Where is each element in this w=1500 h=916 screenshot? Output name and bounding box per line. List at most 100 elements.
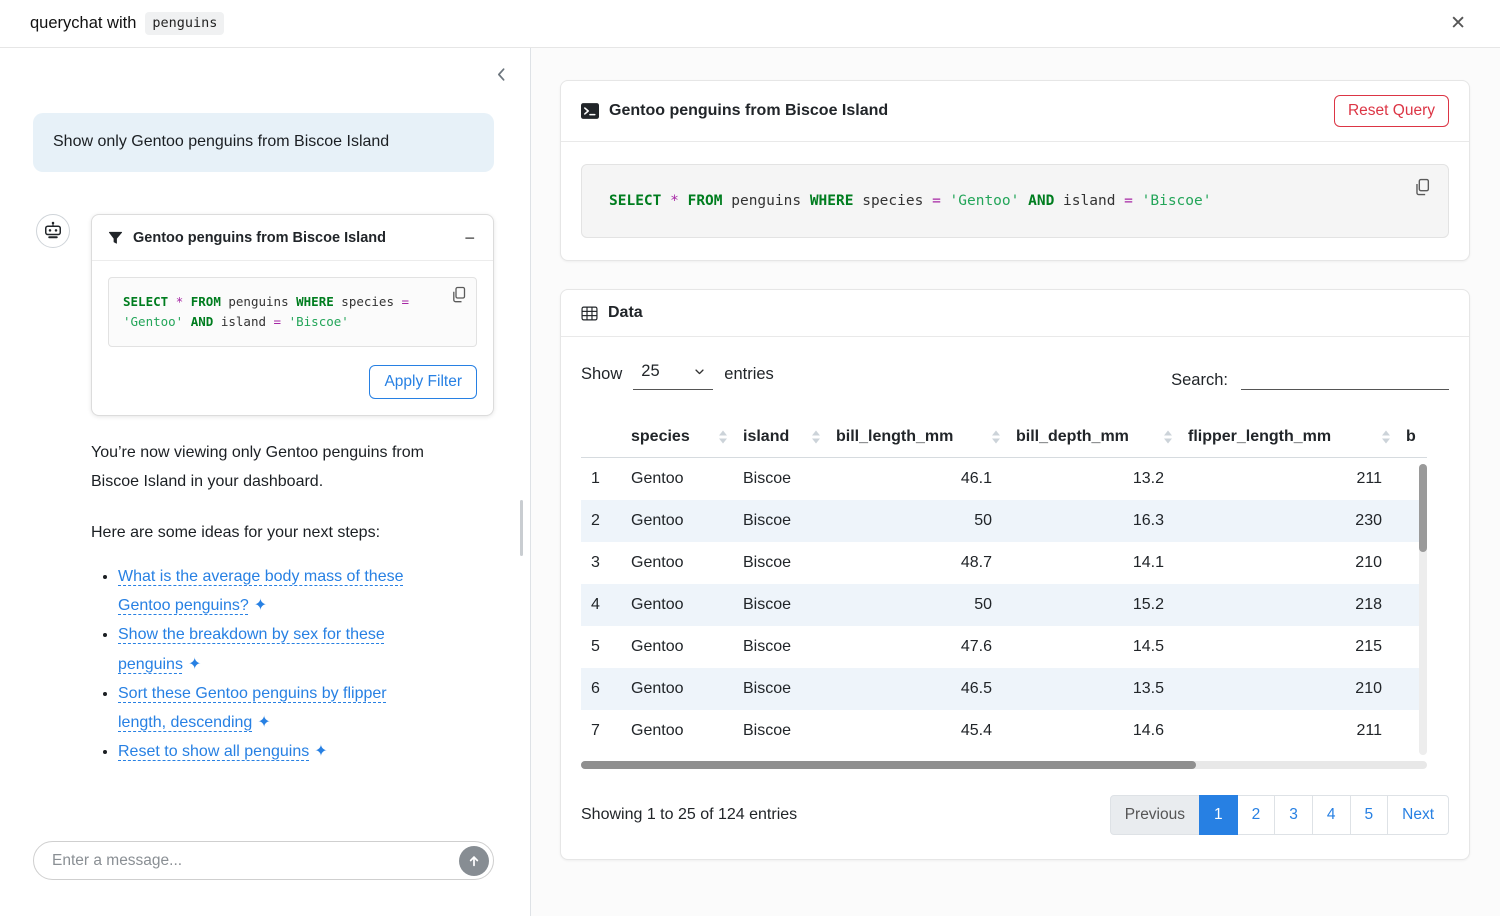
table-row[interactable]: 1GentooBiscoe46.113.2211 bbox=[581, 458, 1427, 501]
sparkle-icon: ✦ bbox=[188, 650, 201, 679]
page-button-2[interactable]: 2 bbox=[1237, 795, 1276, 835]
row-index: 7 bbox=[581, 710, 621, 752]
suggestion-link[interactable]: Sort these Gentoo penguins by flipper le… bbox=[118, 685, 387, 731]
table-row[interactable]: 2GentooBiscoe5016.3230 bbox=[581, 500, 1427, 542]
page-length-select[interactable]: 25 bbox=[633, 359, 713, 390]
cell: 13.5 bbox=[1006, 668, 1178, 710]
sidebar-collapse-button[interactable] bbox=[489, 62, 514, 90]
cell: Gentoo bbox=[621, 668, 733, 710]
close-button[interactable]: ✕ bbox=[1446, 10, 1470, 37]
page-button-4[interactable]: 4 bbox=[1312, 795, 1351, 835]
filter-card-header: Gentoo penguins from Biscoe Island − bbox=[92, 215, 493, 261]
cell: Biscoe bbox=[733, 542, 826, 584]
page-button-5[interactable]: 5 bbox=[1350, 795, 1389, 835]
assistant-message-row: Gentoo penguins from Biscoe Island − SEL… bbox=[36, 214, 494, 416]
page-button-3[interactable]: 3 bbox=[1274, 795, 1313, 835]
cell: Gentoo bbox=[621, 458, 733, 501]
suggestion-item: Reset to show all penguins✦ bbox=[118, 737, 430, 766]
chevron-down-icon bbox=[694, 366, 705, 377]
vertical-scrollbar bbox=[1419, 464, 1427, 755]
table-row[interactable]: 6GentooBiscoe46.513.5210 bbox=[581, 668, 1427, 710]
search-label: Search: bbox=[1171, 371, 1228, 390]
terminal-icon bbox=[581, 103, 599, 119]
table-row[interactable]: 4GentooBiscoe5015.2218 bbox=[581, 584, 1427, 626]
row-index: 5 bbox=[581, 626, 621, 668]
table-row[interactable]: 7GentooBiscoe45.414.6211 bbox=[581, 710, 1427, 752]
data-card-body: Show 25 entries Search: speciesis bbox=[561, 337, 1469, 859]
sql-code-block-sidebar: SELECT * FROM penguins WHERE species = '… bbox=[108, 277, 477, 347]
cell: Gentoo bbox=[621, 710, 733, 752]
sidebar-resize-handle[interactable] bbox=[520, 500, 523, 556]
cell: 215 bbox=[1178, 626, 1396, 668]
cell: Gentoo bbox=[621, 626, 733, 668]
cell: 45.4 bbox=[826, 710, 1006, 752]
cell: 210 bbox=[1178, 668, 1396, 710]
row-index: 1 bbox=[581, 458, 621, 501]
cell: 211 bbox=[1178, 710, 1396, 752]
sql-code: SELECT * FROM penguins WHERE species = '… bbox=[609, 193, 1211, 209]
app-title: querychat with penguins bbox=[30, 12, 224, 35]
table-row[interactable]: 3GentooBiscoe48.714.1210 bbox=[581, 542, 1427, 584]
suggestion-item: Show the breakdown by sex for these peng… bbox=[118, 620, 430, 678]
apply-filter-row: Apply Filter bbox=[92, 363, 493, 415]
cell: 14.5 bbox=[1006, 626, 1178, 668]
column-header-species[interactable]: species bbox=[621, 416, 733, 458]
query-card: Gentoo penguins from Biscoe Island Reset… bbox=[560, 80, 1470, 261]
horizontal-scrollbar-thumb[interactable] bbox=[581, 761, 1196, 769]
column-header-flipper_length_mm[interactable]: flipper_length_mm bbox=[1178, 416, 1396, 458]
sort-icon bbox=[992, 430, 1000, 443]
suggestion-link[interactable]: Reset to show all penguins bbox=[118, 743, 309, 760]
chat-input[interactable] bbox=[33, 841, 494, 880]
copy-icon[interactable] bbox=[1412, 176, 1433, 203]
cell: 47.6 bbox=[826, 626, 1006, 668]
page-length-value: 25 bbox=[641, 362, 659, 381]
cell: 48.7 bbox=[826, 542, 1006, 584]
page-length-control: Show 25 entries bbox=[581, 359, 774, 390]
page-button-previous[interactable]: Previous bbox=[1110, 795, 1200, 835]
cell: 14.1 bbox=[1006, 542, 1178, 584]
user-message: Show only Gentoo penguins from Biscoe Is… bbox=[33, 113, 494, 172]
table-row[interactable]: 5GentooBiscoe47.614.5215 bbox=[581, 626, 1427, 668]
column-header-island[interactable]: island bbox=[733, 416, 826, 458]
table-scroll-area: speciesislandbill_length_mmbill_depth_mm… bbox=[581, 416, 1427, 773]
table-controls: Show 25 entries Search: bbox=[581, 359, 1449, 390]
query-card-title: Gentoo penguins from Biscoe Island bbox=[609, 102, 888, 120]
apply-filter-button[interactable]: Apply Filter bbox=[369, 365, 477, 399]
clipboard-icon bbox=[1414, 178, 1431, 197]
reset-query-button[interactable]: Reset Query bbox=[1334, 95, 1449, 127]
table-info: Showing 1 to 25 of 124 entries bbox=[581, 806, 797, 824]
table-search-control: Search: bbox=[1171, 363, 1449, 390]
collapse-filter-card-button[interactable]: − bbox=[462, 229, 477, 247]
assistant-paragraph: Here are some ideas for your next steps: bbox=[91, 519, 464, 548]
pagination: Previous12345Next bbox=[1110, 795, 1449, 835]
sort-icon bbox=[1382, 430, 1390, 443]
query-card-body: SELECT * FROM penguins WHERE species = '… bbox=[561, 142, 1469, 260]
assistant-paragraph: You’re now viewing only Gentoo penguins … bbox=[91, 439, 464, 497]
column-label: b bbox=[1406, 428, 1416, 445]
suggestion-item: Sort these Gentoo penguins by flipper le… bbox=[118, 679, 430, 737]
column-header-bill_length_mm[interactable]: bill_length_mm bbox=[826, 416, 1006, 458]
cell: Biscoe bbox=[733, 584, 826, 626]
send-button[interactable] bbox=[459, 846, 489, 876]
sort-icon bbox=[719, 430, 727, 443]
cell: 46.5 bbox=[826, 668, 1006, 710]
copy-icon[interactable] bbox=[449, 284, 469, 310]
robot-icon bbox=[43, 221, 63, 241]
page-button-1[interactable]: 1 bbox=[1199, 795, 1238, 835]
chat-history: Show only Gentoo penguins from Biscoe Is… bbox=[0, 48, 530, 841]
app-title-text: querychat with bbox=[30, 14, 136, 33]
column-header-bill_depth_mm[interactable]: bill_depth_mm bbox=[1006, 416, 1178, 458]
data-table: speciesislandbill_length_mmbill_depth_mm… bbox=[581, 416, 1427, 752]
cell: 211 bbox=[1178, 458, 1396, 501]
cell: 16.3 bbox=[1006, 500, 1178, 542]
sparkle-icon: ✦ bbox=[254, 591, 267, 620]
cell: Biscoe bbox=[733, 710, 826, 752]
dataset-badge: penguins bbox=[145, 12, 224, 35]
filter-funnel-icon bbox=[108, 230, 123, 245]
suggestion-link[interactable]: Show the breakdown by sex for these peng… bbox=[118, 626, 385, 672]
page-button-next[interactable]: Next bbox=[1387, 795, 1449, 835]
data-card: Data Show 25 entries Search: bbox=[560, 289, 1470, 860]
table-search-input[interactable] bbox=[1241, 363, 1449, 390]
data-card-title: Data bbox=[608, 304, 643, 322]
vertical-scrollbar-thumb[interactable] bbox=[1419, 464, 1427, 552]
